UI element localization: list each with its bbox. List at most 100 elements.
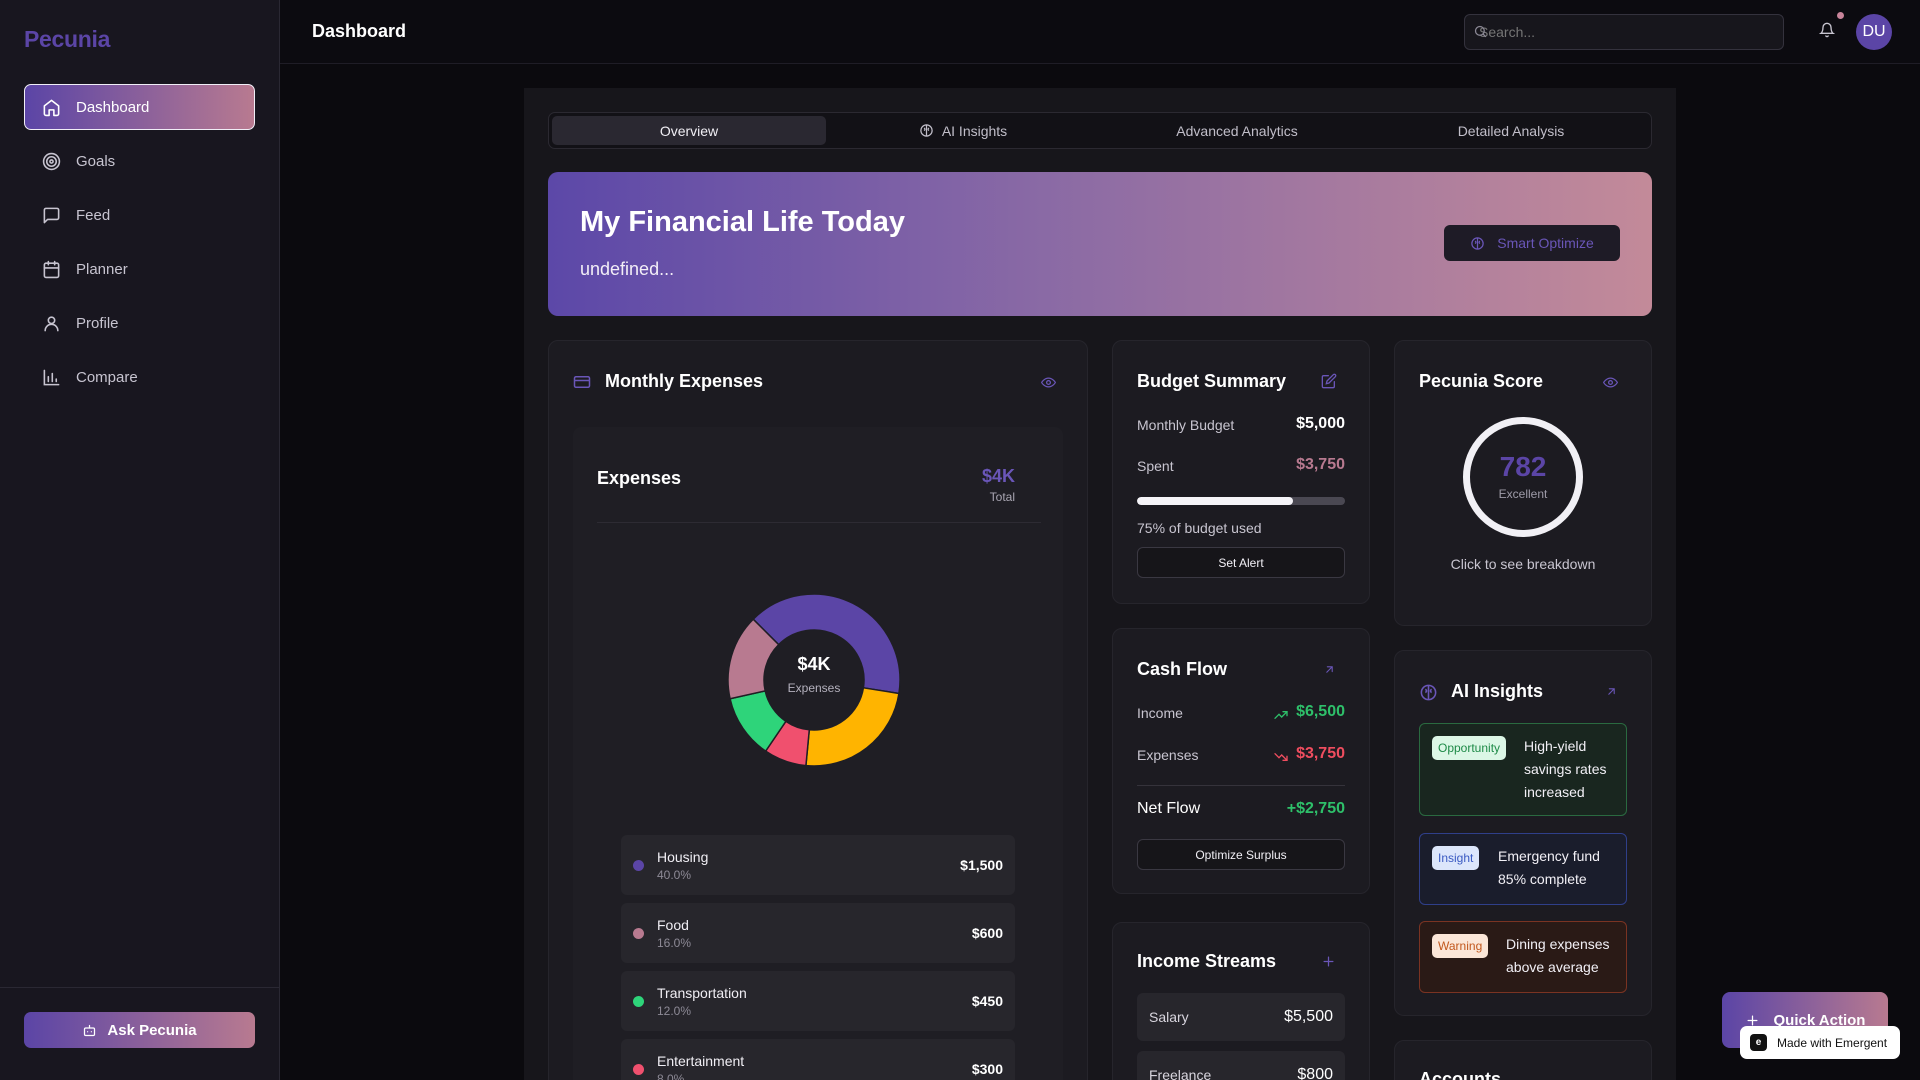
arrow-up-right-icon[interactable]: [1605, 685, 1618, 698]
eye-icon[interactable]: [1603, 375, 1618, 390]
sidebar-item-feed[interactable]: Feed: [24, 192, 255, 238]
category-percent: 12.0%: [657, 1004, 692, 1018]
net-flow-value: +$2,750: [1286, 800, 1345, 817]
spent-label: Spent: [1137, 458, 1174, 474]
sidebar-item-label: Profile: [76, 314, 119, 332]
list-item[interactable]: Food 16.0% $600: [621, 903, 1015, 963]
category-percent: 40.0%: [657, 868, 692, 882]
insight-warning[interactable]: Warning Dining expenses above average: [1419, 921, 1627, 993]
sidebar-item-planner[interactable]: Planner: [24, 246, 255, 292]
expense-legend: Housing 40.0% $1,500 Food 16.0% $600 Tra…: [621, 835, 1015, 1080]
sidebar-item-label: Planner: [76, 260, 128, 278]
sidebar-item-label: Goals: [76, 152, 116, 170]
income-streams-card: Income Streams Salary $5,500 Freelance $…: [1112, 922, 1370, 1080]
tab-detailed-analysis[interactable]: Detailed Analysis: [1374, 116, 1648, 145]
brain-icon: [919, 123, 934, 138]
eye-icon[interactable]: [1041, 375, 1056, 390]
smart-optimize-button[interactable]: Smart Optimize: [1444, 225, 1620, 261]
donut-slice[interactable]: [805, 686, 900, 767]
warning-badge: Warning: [1432, 934, 1489, 958]
plus-icon[interactable]: [1321, 954, 1336, 969]
list-item[interactable]: Housing 40.0% $1,500: [621, 835, 1015, 895]
tab-bar: Overview AI Insights Advanced Analytics …: [548, 112, 1652, 149]
edit-icon[interactable]: [1321, 373, 1337, 389]
score-label: Excellent: [1498, 487, 1548, 501]
pecunia-score-card[interactable]: Pecunia Score 782 Excellent Click to see…: [1394, 340, 1652, 626]
accounts-title: Accounts: [1419, 1069, 1502, 1080]
stream-amount: $5,500: [1284, 1008, 1333, 1025]
optimize-surplus-button[interactable]: Optimize Surplus: [1137, 839, 1345, 870]
search-icon: [1473, 24, 1488, 44]
insight-info[interactable]: Insight Emergency fund 85% complete: [1419, 833, 1627, 905]
category-amount: $1,500: [960, 857, 1003, 873]
sidebar-item-goals[interactable]: Goals: [24, 138, 255, 184]
bell-icon[interactable]: [1818, 22, 1836, 43]
app-root: Pecunia Dashboard Goals Feed Planner Pro…: [0, 0, 1920, 1080]
expenses-total-value: $4K: [981, 466, 1015, 486]
tab-label: Detailed Analysis: [1457, 122, 1565, 139]
credit-card-icon: [573, 373, 591, 391]
expenses-label: Expenses: [1137, 747, 1199, 763]
search-input[interactable]: [1464, 14, 1784, 50]
monthly-expenses-title: Monthly Expenses: [605, 371, 764, 391]
insight-opportunity[interactable]: Opportunity High-yield savings rates inc…: [1419, 723, 1627, 816]
arrow-up-right-icon[interactable]: [1323, 663, 1336, 676]
legend-dot: [633, 928, 644, 939]
stream-name: Freelance: [1149, 1067, 1212, 1080]
ask-pecunia-button[interactable]: Ask Pecunia: [24, 1012, 255, 1048]
list-item[interactable]: Salary $5,500: [1137, 993, 1345, 1041]
budget-used-text: 75% of budget used: [1137, 520, 1262, 536]
ask-pecunia-label: Ask Pecunia: [107, 1021, 197, 1039]
category-name: Entertainment: [657, 1053, 745, 1069]
main-content: Overview AI Insights Advanced Analytics …: [524, 88, 1676, 1080]
budget-progress-fill: [1137, 497, 1293, 505]
sidebar-item-dashboard[interactable]: Dashboard: [24, 84, 255, 130]
opportunity-badge: Opportunity: [1432, 736, 1507, 760]
insight-text: Dining expenses above average: [1506, 936, 1610, 975]
list-item[interactable]: Transportation 12.0% $450: [621, 971, 1015, 1031]
tab-advanced-analytics[interactable]: Advanced Analytics: [1100, 116, 1374, 145]
app-logo: Pecunia: [24, 26, 111, 52]
sidebar-item-label: Feed: [76, 206, 111, 224]
target-icon: [42, 152, 61, 171]
avatar[interactable]: DU: [1856, 14, 1892, 50]
category-name: Housing: [657, 849, 709, 865]
budget-summary-title: Budget Summary: [1137, 371, 1287, 391]
made-with-badge[interactable]: e Made with Emergent: [1740, 1026, 1900, 1059]
insight-text: High-yield savings rates increased: [1524, 738, 1607, 800]
donut-center-value: $4K: [797, 654, 831, 674]
calendar-icon: [42, 260, 61, 279]
monthly-expenses-card: Monthly Expenses Expenses $4K Total $4K …: [548, 340, 1088, 1080]
list-item[interactable]: Entertainment 8.0% $300: [621, 1039, 1015, 1080]
score-value: 782: [1499, 451, 1547, 482]
set-alert-button[interactable]: Set Alert: [1137, 547, 1345, 578]
tab-label: Overview: [659, 122, 719, 139]
accounts-card: Accounts: [1394, 1040, 1652, 1080]
budget-progress-bar: [1137, 497, 1345, 505]
sidebar-item-label: Compare: [76, 368, 138, 386]
brain-icon: [1419, 683, 1438, 702]
bar-chart-icon: [42, 368, 61, 387]
tab-label: AI Insights: [941, 122, 1008, 139]
sidebar-item-profile[interactable]: Profile: [24, 300, 255, 346]
category-name: Transportation: [657, 985, 747, 1001]
tab-overview[interactable]: Overview: [552, 116, 826, 145]
hero-banner: My Financial Life Today undefined... Sma…: [548, 172, 1652, 316]
hero-title: My Financial Life Today: [580, 206, 905, 238]
ai-insights-card: AI Insights Opportunity High-yield savin…: [1394, 650, 1652, 1016]
cash-flow-title: Cash Flow: [1137, 659, 1228, 679]
income-streams-title: Income Streams: [1137, 951, 1277, 971]
sidebar-item-compare[interactable]: Compare: [24, 354, 255, 400]
list-item[interactable]: Freelance $800: [1137, 1051, 1345, 1080]
donut-center-label: Expenses: [787, 681, 841, 695]
insight-text: Emergency fund 85% complete: [1498, 848, 1600, 887]
smart-optimize-label: Smart Optimize: [1497, 235, 1594, 251]
stream-name: Salary: [1149, 1009, 1189, 1025]
top-header: Dashboard DU: [280, 0, 1920, 64]
emergent-logo-icon: e: [1750, 1034, 1767, 1051]
income-value: $6,500: [1296, 703, 1345, 720]
category-amount: $450: [971, 993, 1003, 1009]
tab-ai-insights[interactable]: AI Insights: [826, 116, 1100, 145]
divider: [1137, 785, 1345, 786]
legend-dot: [633, 860, 644, 871]
